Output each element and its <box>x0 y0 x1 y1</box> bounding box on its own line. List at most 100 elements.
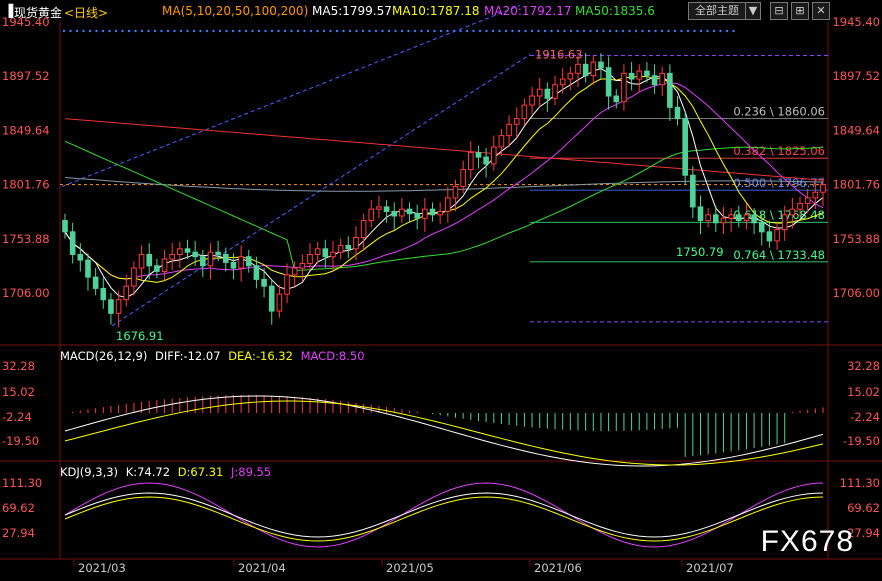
candle-body <box>590 61 597 77</box>
top-dot-marker <box>368 29 371 33</box>
candle-body <box>184 248 191 253</box>
candle-body <box>789 208 796 216</box>
top-dot-marker <box>608 29 612 33</box>
top-dot-marker <box>660 29 664 33</box>
kdj-label: KDJ(9,3,3) <box>60 465 119 479</box>
macd-value: MACD:8.50 <box>300 349 365 363</box>
top-dot-marker <box>361 29 365 33</box>
top-dot-marker <box>719 29 722 33</box>
macd-tick-label: -2.24 <box>2 410 32 424</box>
macd-tick-label: 32.28 <box>2 359 35 373</box>
top-dot-marker <box>153 29 157 33</box>
candle-body <box>751 214 757 224</box>
top-dot-marker <box>179 29 183 33</box>
candle-body <box>758 222 765 233</box>
candle-body <box>238 256 244 269</box>
top-dot-marker <box>134 29 137 33</box>
candle-body <box>200 256 206 267</box>
top-dot-marker <box>654 29 657 33</box>
candle-body <box>621 72 627 103</box>
candle-body <box>414 213 420 219</box>
candle-body <box>138 253 145 269</box>
top-dot-marker <box>348 29 352 33</box>
price-tick-label: 1897.52 <box>832 69 880 83</box>
trend-channel-upper <box>61 5 521 188</box>
top-dot-marker <box>699 29 703 33</box>
top-dot-marker <box>485 29 488 33</box>
top-dot-marker <box>621 29 625 33</box>
symbol-name[interactable]: 现货黄金 <box>14 4 62 21</box>
top-dot-marker <box>680 29 683 33</box>
top-dot-marker <box>517 29 521 33</box>
x-tick-label: 2021/03 <box>78 561 126 575</box>
candle-body <box>268 285 275 312</box>
candle-body <box>667 72 673 108</box>
candle-body <box>743 214 750 222</box>
kdj-d: D:67.31 <box>177 465 224 479</box>
zoom-out-icon[interactable]: ⊟ <box>770 2 788 20</box>
candle-body <box>544 88 551 99</box>
price-annotation-0: 1916.63 <box>535 48 583 62</box>
candle-body <box>322 248 329 258</box>
fib-label-1: 0.382 \ 1825.06 <box>733 144 825 158</box>
candle-body <box>605 67 612 97</box>
candle-body <box>169 253 175 260</box>
macd-header: MACD(26,12,9) DIFF:-12.07 DEA:-16.32 MAC… <box>60 349 369 363</box>
candle-body <box>498 135 505 148</box>
top-dot-marker <box>277 29 280 33</box>
top-dot-marker <box>712 29 716 33</box>
candle-body <box>797 203 803 210</box>
chart-canvas[interactable]: 1945.40 1945.401897.52 1897.521849.64 1849.… <box>0 0 882 581</box>
top-dot-marker <box>569 29 573 33</box>
top-dot-marker <box>127 29 131 33</box>
top-dot-marker <box>374 29 378 33</box>
candle-body <box>651 75 658 86</box>
candle-body <box>177 248 183 255</box>
macd-tick-label: -2.24 <box>850 410 880 424</box>
maximize-icon[interactable]: ⊞ <box>791 2 809 20</box>
top-dot-marker <box>264 29 267 33</box>
top-dot-marker <box>732 29 735 33</box>
price-tick-label: 1706.00 <box>832 286 880 300</box>
top-dot-marker <box>212 29 215 33</box>
candle-body <box>131 267 137 287</box>
top-dot-marker <box>602 29 605 33</box>
top-dot-marker <box>725 29 729 33</box>
top-dot-marker <box>595 29 599 33</box>
top-dot-marker <box>335 29 339 33</box>
x-tick-label: 2021/06 <box>534 561 582 575</box>
candle-body <box>735 214 742 222</box>
ma-period-label: MA(5,10,20,50,100,200) <box>162 4 309 18</box>
candle-body <box>222 253 229 263</box>
top-dot-marker <box>303 29 306 33</box>
candle-body <box>399 208 405 217</box>
top-dot-marker <box>446 29 449 33</box>
chevron-down-icon[interactable]: ▼ <box>745 2 761 20</box>
candle-body <box>575 63 581 74</box>
top-dot-marker <box>231 29 235 33</box>
top-dot-marker <box>205 29 209 33</box>
candle-body <box>513 118 520 125</box>
top-dot-marker <box>192 29 196 33</box>
theme-dropdown-button[interactable]: 全部主题 <box>688 2 746 20</box>
top-dot-marker <box>387 29 391 33</box>
top-dot-marker <box>615 29 618 33</box>
period-label[interactable]: <日线> <box>64 4 108 21</box>
candle-body <box>276 293 283 312</box>
close-icon[interactable]: ✕ <box>812 2 830 20</box>
x-tick-label: 2021/05 <box>386 561 434 575</box>
macd-tick-label: 32.28 <box>847 359 880 373</box>
top-dot-marker <box>530 29 534 33</box>
price-tick-label: 1801.76 <box>2 178 50 192</box>
candle-body <box>299 263 306 269</box>
top-dot-marker <box>693 29 696 33</box>
candle-body <box>429 208 436 216</box>
top-dot-marker <box>166 29 170 33</box>
candle-body <box>77 253 84 261</box>
candle-body <box>475 152 482 158</box>
macd-diff-line <box>64 395 824 467</box>
candle-body <box>353 236 359 250</box>
top-dot-marker <box>537 29 540 33</box>
kdj-j: J:89.55 <box>231 465 272 479</box>
candle-body <box>330 251 336 258</box>
